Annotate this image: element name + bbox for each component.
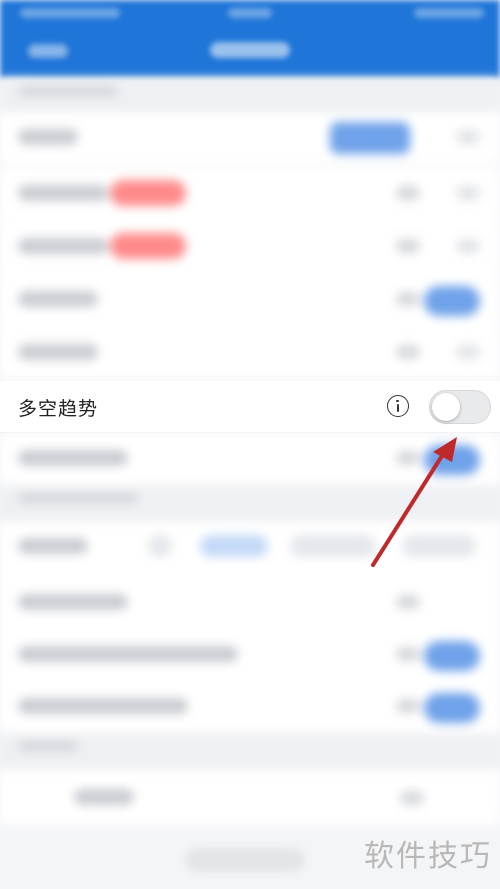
settings-row[interactable] bbox=[0, 221, 500, 273]
settings-row[interactable] bbox=[0, 433, 500, 485]
info-circle-icon[interactable] bbox=[387, 395, 409, 417]
watermark-text: 软件技巧 bbox=[364, 839, 492, 874]
section-header bbox=[0, 733, 500, 769]
settings-row[interactable] bbox=[0, 168, 500, 220]
status-bar-right bbox=[414, 8, 484, 18]
settings-row[interactable] bbox=[0, 327, 500, 379]
settings-row[interactable] bbox=[0, 274, 500, 326]
bottom-action-button[interactable] bbox=[185, 848, 305, 872]
settings-row[interactable] bbox=[0, 769, 500, 825]
settings-row[interactable] bbox=[0, 681, 500, 733]
toggle-on[interactable] bbox=[424, 445, 480, 475]
toggle-on[interactable] bbox=[424, 693, 480, 723]
section-header bbox=[0, 78, 500, 112]
settings-row[interactable] bbox=[0, 629, 500, 681]
setting-row-long-short-trend[interactable]: 多空趋势 bbox=[0, 381, 500, 433]
back-button[interactable] bbox=[28, 44, 68, 58]
long-short-trend-toggle[interactable] bbox=[429, 390, 491, 424]
toggle-knob bbox=[432, 393, 460, 421]
toggle-on[interactable] bbox=[424, 641, 480, 671]
settings-row[interactable] bbox=[0, 577, 500, 629]
setting-label: 多空趋势 bbox=[18, 398, 99, 420]
settings-row[interactable] bbox=[0, 521, 500, 577]
settings-row[interactable] bbox=[0, 112, 500, 164]
setting-button[interactable] bbox=[330, 122, 410, 154]
status-bar-time bbox=[228, 8, 272, 18]
blurred-settings-top bbox=[0, 78, 500, 381]
page-title bbox=[210, 42, 290, 58]
badge bbox=[110, 180, 186, 206]
toggle-on[interactable] bbox=[424, 286, 480, 316]
app-header bbox=[0, 0, 500, 78]
status-bar-left bbox=[20, 8, 120, 18]
section-header bbox=[0, 485, 500, 521]
badge bbox=[110, 233, 186, 259]
blurred-settings-bottom bbox=[0, 433, 500, 833]
